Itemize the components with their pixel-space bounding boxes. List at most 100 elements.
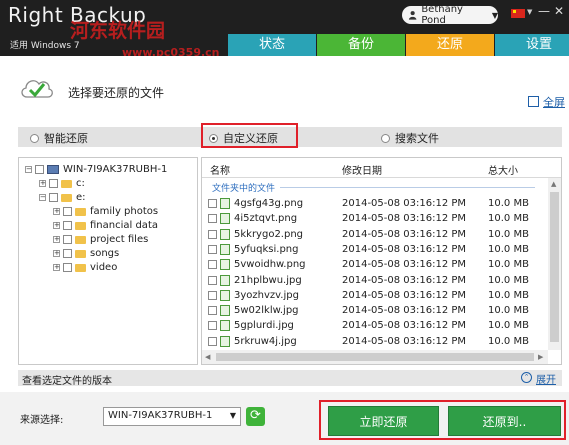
tree-checkbox[interactable]: [63, 235, 72, 244]
table-row[interactable]: 21hplbwu.jpg 2014-05-08 03:16:12 PM 10.0 M…: [202, 273, 546, 288]
folder-icon: [75, 207, 86, 216]
expand-icon[interactable]: +: [39, 180, 46, 187]
restore-to-button[interactable]: 还原到..: [448, 406, 561, 436]
group-label: 文件夹中的文件: [212, 184, 276, 194]
tree-drive-label: c:: [76, 178, 85, 189]
row-checkbox[interactable]: [208, 306, 217, 316]
tree-folder[interactable]: + songs: [53, 248, 119, 259]
scroll-up-icon[interactable]: ▲: [551, 180, 556, 188]
scroll-thumb[interactable]: [550, 192, 559, 342]
tree-folder[interactable]: + video: [53, 262, 117, 273]
expand-icon[interactable]: +: [53, 236, 60, 243]
expand-icon[interactable]: +: [53, 264, 60, 271]
row-checkbox[interactable]: [208, 290, 217, 300]
fullscreen-link[interactable]: 全屏: [543, 94, 565, 110]
chevron-down-icon: ▼: [229, 411, 236, 420]
radio-smart[interactable]: [30, 133, 39, 143]
tree-checkbox[interactable]: [49, 179, 58, 188]
radio-search[interactable]: [381, 133, 390, 143]
row-checkbox[interactable]: [208, 214, 217, 224]
tab-status[interactable]: 状态: [228, 34, 316, 56]
tree-folder[interactable]: + financial data: [53, 220, 158, 231]
column-name[interactable]: 名称: [210, 162, 230, 177]
tree-checkbox[interactable]: [63, 249, 72, 258]
tree-folder[interactable]: + project files: [53, 234, 148, 245]
collapse-icon[interactable]: −: [25, 166, 32, 173]
table-row[interactable]: 5yfuqksi.png 2014-05-08 03:16:12 PM 10.0 M…: [202, 242, 546, 257]
minimize-button[interactable]: —: [538, 4, 550, 18]
file-size: 10.0 MB: [488, 259, 529, 271]
expand-link[interactable]: 展开: [536, 371, 556, 386]
tree-checkbox[interactable]: [63, 207, 72, 216]
file-date: 2014-05-08 03:16:12 PM: [342, 305, 467, 317]
table-row[interactable]: 5kkrygo2.png 2014-05-08 03:16:12 PM 10.0 M…: [202, 227, 546, 242]
row-checkbox[interactable]: [208, 244, 217, 254]
scroll-right-icon[interactable]: ▶: [538, 353, 543, 361]
file-date: 2014-05-08 03:16:12 PM: [342, 228, 467, 240]
tree-checkbox[interactable]: [49, 193, 58, 202]
table-row[interactable]: 4i5ztqvt.png 2014-05-08 03:16:12 PM 10.0 M…: [202, 211, 546, 226]
expand-icon[interactable]: +: [53, 222, 60, 229]
source-value: WIN-7I9AK37RUBH-1: [108, 410, 213, 421]
tree-checkbox[interactable]: [35, 165, 44, 174]
tree-checkbox[interactable]: [63, 263, 72, 272]
row-checkbox[interactable]: [208, 199, 217, 208]
source-select[interactable]: WIN-7I9AK37RUBH-1 ▼: [103, 407, 241, 426]
collapse-icon[interactable]: −: [39, 194, 46, 201]
refresh-button[interactable]: ⟳: [246, 407, 265, 426]
horizontal-scrollbar[interactable]: ◀ ▶: [202, 350, 548, 364]
table-row[interactable]: 3yozhvzv.jpg 2014-05-08 03:16:12 PM 10.0 M…: [202, 288, 546, 303]
folder-icon: [75, 263, 86, 272]
column-date[interactable]: 修改日期: [342, 162, 382, 177]
search-files-option[interactable]: 搜索文件: [381, 130, 439, 146]
tree-folder-label: video: [90, 262, 118, 273]
image-file-icon: [220, 259, 230, 271]
file-size: 10.0 MB: [488, 198, 529, 209]
chevron-down-icon: ▼: [491, 10, 498, 20]
user-menu[interactable]: Bethany Pond ▼: [402, 4, 498, 26]
row-checkbox[interactable]: [208, 260, 217, 270]
smart-restore-option[interactable]: 智能还原: [30, 130, 88, 146]
file-table: 名称 修改日期 总大小 文件夹中的文件 4gsfg43g.png 2014-05-…: [201, 157, 562, 365]
file-name: 5kkrygo2.png: [234, 228, 304, 240]
expand-arrows-icon[interactable]: ⌃: [521, 372, 532, 383]
row-checkbox[interactable]: [208, 229, 217, 239]
tab-settings[interactable]: 设置: [495, 34, 569, 56]
chevron-down-icon[interactable]: ▼: [527, 8, 532, 16]
restore-now-button[interactable]: 立即还原: [328, 406, 439, 436]
scroll-thumb[interactable]: [216, 353, 534, 361]
group-divider: [280, 187, 535, 188]
folder-tree: − WIN-7I9AK37RUBH-1 + c: − e: + family p…: [18, 157, 198, 365]
table-row[interactable]: 4gsfg43g.png 2014-05-08 03:16:12 PM 10.0 M…: [202, 196, 546, 211]
file-name: 21hplbwu.jpg: [234, 274, 302, 286]
row-checkbox[interactable]: [208, 275, 217, 285]
tree-folder[interactable]: + family photos: [53, 206, 158, 217]
smart-restore-label: 智能还原: [44, 132, 88, 145]
file-size: 10.0 MB: [488, 274, 529, 286]
fullscreen-icon[interactable]: [528, 96, 539, 107]
tree-drive-e[interactable]: − e:: [39, 192, 86, 203]
file-name: 5w02lklw.jpg: [234, 305, 299, 317]
table-row[interactable]: 5rkruw4j.jpg 2014-05-08 03:16:12 PM 10.0 M…: [202, 334, 546, 349]
tab-restore[interactable]: 还原: [406, 34, 494, 56]
expand-icon[interactable]: +: [53, 208, 60, 215]
column-size[interactable]: 总大小: [488, 162, 518, 177]
row-checkbox[interactable]: [208, 321, 217, 331]
close-button[interactable]: ✕: [554, 4, 564, 18]
tab-backup[interactable]: 备份: [317, 34, 405, 56]
cloud-check-icon: [21, 80, 53, 98]
table-row[interactable]: 5gplurdi.jpg 2014-05-08 03:16:12 PM 10.0 M…: [202, 318, 546, 333]
expand-icon[interactable]: +: [53, 250, 60, 257]
table-row[interactable]: 5w02lklw.jpg 2014-05-08 03:16:12 PM 10.0 M…: [202, 303, 546, 318]
refresh-icon: ⟳: [250, 408, 261, 423]
file-date: 2014-05-08 03:16:12 PM: [342, 335, 467, 347]
table-row[interactable]: 5vwoidhw.png 2014-05-08 03:16:12 PM 10.0 M…: [202, 257, 546, 272]
vertical-scrollbar[interactable]: ▲: [548, 178, 561, 350]
scroll-left-icon[interactable]: ◀: [205, 353, 210, 361]
tree-checkbox[interactable]: [63, 221, 72, 230]
tree-root[interactable]: − WIN-7I9AK37RUBH-1: [25, 164, 167, 175]
language-flag-icon[interactable]: [511, 9, 525, 18]
row-checkbox[interactable]: [208, 336, 217, 346]
image-file-icon: [220, 320, 230, 332]
tree-drive-c[interactable]: + c:: [39, 178, 85, 189]
